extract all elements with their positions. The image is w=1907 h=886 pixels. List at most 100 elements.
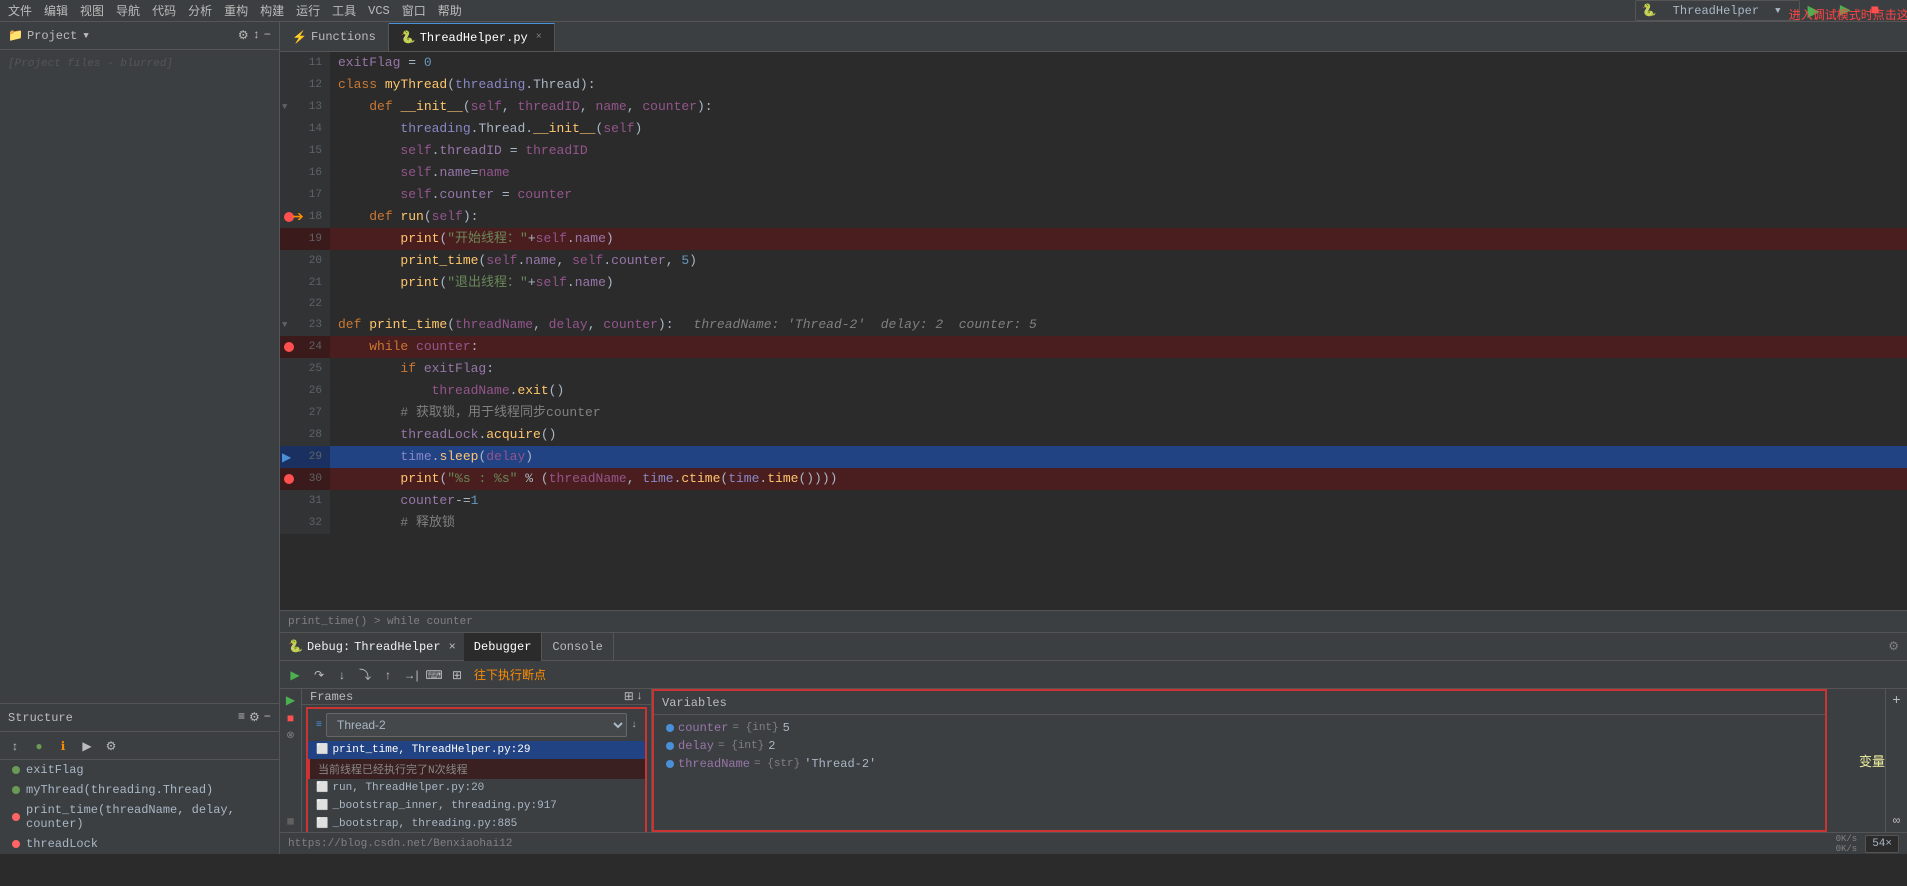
trace-btn[interactable]: ⊞: [446, 664, 468, 686]
run-to-cursor-btn[interactable]: →|: [400, 664, 422, 686]
frame-active-icon: ⬜: [316, 744, 328, 756]
tab-functions[interactable]: ⚡ Functions: [280, 23, 389, 51]
down-arrow-icon[interactable]: ↓: [636, 689, 643, 704]
var-val-counter: 5: [783, 721, 790, 735]
structure-header-icons: ≡ ⚙ −: [238, 710, 271, 725]
gutter-19: 19: [280, 228, 330, 250]
menu-refactor[interactable]: 重构: [224, 2, 248, 19]
structure-item-exitflag[interactable]: exitFlag: [0, 760, 279, 780]
structure-item-printtime[interactable]: print_time(threadName, delay, counter): [0, 800, 279, 834]
step-out-btn[interactable]: ↑: [377, 664, 399, 686]
hide-icon[interactable]: −: [264, 28, 271, 43]
project-tree: [Project files - blurred]: [0, 50, 279, 703]
line-content-24: while counter:: [330, 336, 1907, 358]
settings2-icon[interactable]: ⚙: [249, 710, 260, 725]
resume-icon[interactable]: ▶: [286, 693, 295, 708]
expand-icon[interactable]: ↕: [253, 28, 260, 43]
debug-options-icon[interactable]: ∞: [1893, 814, 1900, 828]
project-dropdown-icon[interactable]: ▼: [83, 31, 88, 41]
code-line-17: 17 self.counter = counter: [280, 184, 1907, 206]
menu-tools[interactable]: 工具: [332, 2, 356, 19]
run-config-icon: 🐍: [1642, 3, 1657, 18]
line-content-30: print("%s : %s" % (threadName, time.ctim…: [330, 468, 1907, 490]
line-content-27: # 获取锁，用于线程同步counter: [330, 402, 1907, 424]
settings3-btn[interactable]: ⚙: [100, 735, 122, 757]
expand-all-btn[interactable]: ▶: [76, 735, 98, 757]
debug-tabs-bar: 🐍 Debug: ThreadHelper × Debugger Console…: [280, 633, 1907, 661]
var-dot-threadname: [666, 760, 674, 768]
code-line-21: 21 print("退出线程："+self.name): [280, 272, 1907, 294]
functions-icon: ⚡: [292, 30, 307, 45]
var-item-counter: counter = {int} 5: [654, 719, 1825, 737]
code-line-22: 22: [280, 294, 1907, 314]
debug-annotation: 往下执行断点: [474, 666, 546, 683]
frame-item-1[interactable]: 当前线程已经执行完了N次线程: [308, 759, 645, 779]
var-val-threadname: 'Thread-2': [804, 757, 876, 771]
hide2-icon[interactable]: −: [264, 710, 271, 725]
thread-select[interactable]: Thread-2: [326, 713, 627, 737]
tab-threadhelper[interactable]: 🐍 ThreadHelper.py ×: [389, 23, 555, 51]
menu-help[interactable]: 帮助: [438, 2, 462, 19]
resume-btn[interactable]: ▶: [284, 664, 306, 686]
tab-close-icon[interactable]: ×: [536, 32, 542, 43]
menu-vcs[interactable]: VCS: [368, 4, 390, 18]
threadhelper-icon: 🐍: [401, 30, 416, 45]
frame-active-icon-2: ⬜: [316, 782, 328, 794]
mute-breakpoints-icon[interactable]: ⊗: [286, 730, 294, 742]
menu-analyze[interactable]: 分析: [188, 2, 212, 19]
frame-label-3: _bootstrap_inner, threading.py:917: [332, 800, 556, 812]
menu-file[interactable]: 文件: [8, 2, 32, 19]
menu-edit[interactable]: 编辑: [44, 2, 68, 19]
menu-window[interactable]: 窗口: [402, 2, 426, 19]
stop-debug-icon[interactable]: ■: [287, 712, 294, 726]
tab-debugger[interactable]: Debugger: [464, 633, 543, 661]
structure-list: exitFlag myThread(threading.Thread) prin…: [0, 760, 279, 854]
structure-item-mythread[interactable]: myThread(threading.Thread): [0, 780, 279, 800]
sort-alpha-btn[interactable]: ↕: [4, 735, 26, 757]
inherited-btn[interactable]: ●: [28, 735, 50, 757]
line-content-23: def print_time(threadName, delay, counte…: [330, 314, 1907, 336]
menu-navigate[interactable]: 导航: [116, 2, 140, 19]
evaluate-btn[interactable]: ⌨: [423, 664, 445, 686]
frame-item-2[interactable]: ⬜ run, ThreadHelper.py:20: [308, 779, 645, 797]
code-line-25: 25 if exitFlag:: [280, 358, 1907, 380]
fields-btn[interactable]: ℹ: [52, 735, 74, 757]
gutter-31: 31: [280, 490, 330, 512]
debug-close-btn[interactable]: ×: [449, 640, 456, 654]
debug-session: ThreadHelper: [354, 640, 440, 654]
frame-item-4[interactable]: ⬜ _bootstrap, threading.py:885: [308, 815, 645, 832]
structure-item-threadlock[interactable]: threadLock: [0, 834, 279, 854]
menu-code[interactable]: 代码: [152, 2, 176, 19]
code-editor[interactable]: 11 exitFlag = 0 12 class myThread(thread…: [280, 52, 1907, 610]
var-val-delay: 2: [768, 739, 775, 753]
sort-icon[interactable]: ≡: [238, 710, 245, 725]
status-bar: https://blog.csdn.net/Benxiaohai12 0K/s …: [280, 832, 1907, 854]
var-key-counter: counter: [678, 721, 728, 735]
code-line-14: 14 threading.Thread.__init__(self): [280, 118, 1907, 140]
debug-right-strip: + ∞: [1885, 689, 1907, 832]
menu-run[interactable]: 运行: [296, 2, 320, 19]
expand-frames-icon[interactable]: ⊞: [624, 689, 634, 704]
step-into-my-btn[interactable]: ⤵: [354, 664, 376, 686]
var-annotation-label: 变量: [1859, 751, 1885, 770]
step-into-btn[interactable]: ↓: [331, 664, 353, 686]
settings-icon[interactable]: ⚙: [238, 28, 249, 43]
exitflag-label: exitFlag: [26, 763, 84, 777]
current-line-marker: ▶: [282, 450, 291, 465]
main-layout: 📁 Project ▼ ⚙ ↕ − [Project files - blurr…: [0, 22, 1907, 854]
step-over-btn[interactable]: ↷: [308, 664, 330, 686]
editor-area: ⚡ Functions 🐍 ThreadHelper.py × 11 exitF…: [280, 22, 1907, 854]
menu-view[interactable]: 视图: [80, 2, 104, 19]
frames-header-icons: ⊞ ↓: [624, 689, 643, 704]
frames-outer-box: ≡ Thread-2 ↓ ⬜ print_time, ThreadHelper.…: [306, 707, 647, 832]
frame-item-3[interactable]: ⬜ _bootstrap_inner, threading.py:917: [308, 797, 645, 815]
tab-console[interactable]: Console: [542, 633, 613, 661]
line-content-25: if exitFlag:: [330, 358, 1907, 380]
frame-item-0[interactable]: ⬜ print_time, ThreadHelper.py:29: [308, 741, 645, 759]
add-watch-icon[interactable]: +: [1892, 693, 1900, 709]
annotation-top-right: 进入调试模式时点击这里: [1789, 9, 1907, 23]
breakpoint-30[interactable]: [284, 474, 294, 484]
breakpoint-24[interactable]: [284, 342, 294, 352]
debug-settings-icon[interactable]: ⚙: [1888, 640, 1899, 654]
menu-build[interactable]: 构建: [260, 2, 284, 19]
